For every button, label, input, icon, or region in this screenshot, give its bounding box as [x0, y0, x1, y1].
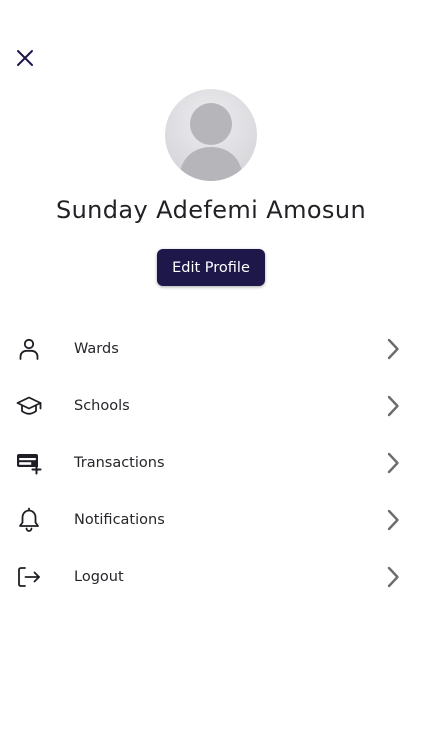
menu-item-label: Logout — [74, 568, 124, 585]
chevron-right-icon — [382, 451, 404, 475]
menu-item-logout[interactable]: Logout — [0, 548, 422, 605]
person-icon — [16, 336, 42, 362]
profile-menu: Wards Schools Transactions Notifications… — [0, 320, 422, 605]
chevron-right-icon — [382, 508, 404, 532]
menu-item-label: Transactions — [74, 454, 165, 471]
menu-item-label: Notifications — [74, 511, 165, 528]
menu-item-schools[interactable]: Schools — [0, 377, 422, 434]
close-button[interactable] — [12, 45, 38, 71]
default-avatar-icon — [179, 103, 243, 181]
menu-item-transactions[interactable]: Transactions — [0, 434, 422, 491]
close-icon — [17, 50, 33, 66]
graduation-cap-icon — [16, 393, 42, 419]
chevron-right-icon — [382, 337, 404, 361]
chevron-right-icon — [382, 394, 404, 418]
edit-profile-button[interactable]: Edit Profile — [157, 249, 265, 286]
bell-icon — [16, 507, 42, 533]
credit-card-plus-icon — [16, 450, 42, 476]
logout-icon — [16, 564, 42, 590]
avatar[interactable] — [165, 89, 257, 181]
profile-name: Sunday Adefemi Amosun — [55, 196, 367, 224]
menu-item-wards[interactable]: Wards — [0, 320, 422, 377]
profile-drawer-screen: Sunday Adefemi Amosun Edit Profile Wards — [0, 0, 422, 750]
chevron-right-icon — [382, 565, 404, 589]
menu-item-notifications[interactable]: Notifications — [0, 491, 422, 548]
menu-item-label: Wards — [74, 340, 119, 357]
menu-item-label: Schools — [74, 397, 130, 414]
